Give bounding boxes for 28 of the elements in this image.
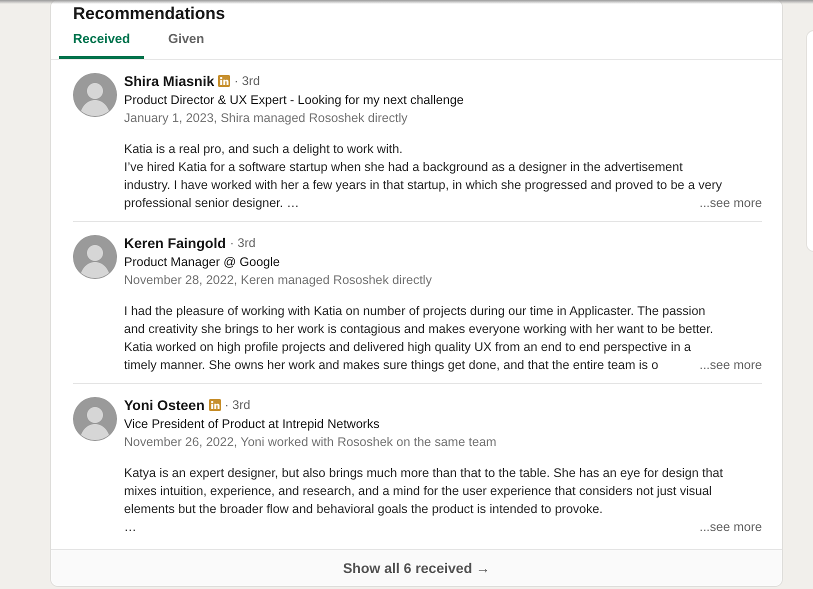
avatar-icon[interactable] bbox=[73, 73, 117, 117]
badge-icon bbox=[218, 75, 230, 87]
section-heading: Recommendations bbox=[73, 5, 226, 23]
connection-degree: · 3rd bbox=[234, 74, 260, 88]
see-more-link[interactable]: ...see more bbox=[699, 356, 762, 374]
recommendation-date: January 1, 2023, Shira managed Rososhek directly bbox=[124, 110, 408, 127]
person-headline: Vice President of Product at Intrepid Networks bbox=[124, 416, 380, 433]
recommendation-date: November 26, 2022, Yoni worked with Rososhek on the same team bbox=[124, 434, 498, 451]
connection-degree: · 3rd bbox=[230, 236, 256, 250]
person-name[interactable]: Keren Faingold bbox=[124, 235, 226, 251]
show-all-button[interactable]: Show all 6 received → bbox=[51, 549, 782, 586]
badge-icon bbox=[208, 399, 221, 411]
recommendation-text: … bbox=[124, 519, 136, 536]
see-more-link[interactable]: ...see more bbox=[699, 518, 762, 536]
connection-degree: · 3rd bbox=[224, 398, 250, 412]
person-name[interactable]: Yoni Osteen bbox=[124, 397, 205, 413]
person-headline: Product Manager @ Google bbox=[124, 254, 281, 271]
avatar-icon[interactable] bbox=[73, 235, 117, 279]
recommendation-text: timely manner. She owns her work and makes sure things get done, and that the entire team is o bbox=[124, 357, 658, 374]
recommendation-text: professional senior designer. … bbox=[124, 195, 300, 212]
recommendation-text: Katya is an expert designer, but also brings much more than that to the table. She has an eye for design that mixes intuition, experience, and research, and a mind for the user experience that considers not just visual elements but the broader flow and behavioral goals the product is intended to provoke. bbox=[124, 465, 723, 518]
avatar-icon[interactable] bbox=[73, 397, 117, 441]
person-headline: Product Director & UX Expert - Looking for my next challenge bbox=[124, 92, 465, 109]
person-name[interactable]: Shira Miasnik bbox=[124, 73, 214, 89]
recommendation-date: November 28, 2022, Keren managed Rososhek directly bbox=[124, 272, 433, 289]
tab[interactable]: Received bbox=[59, 23, 144, 59]
see-more-link[interactable]: ...see more bbox=[699, 194, 762, 212]
tab[interactable]: Given bbox=[154, 23, 218, 59]
